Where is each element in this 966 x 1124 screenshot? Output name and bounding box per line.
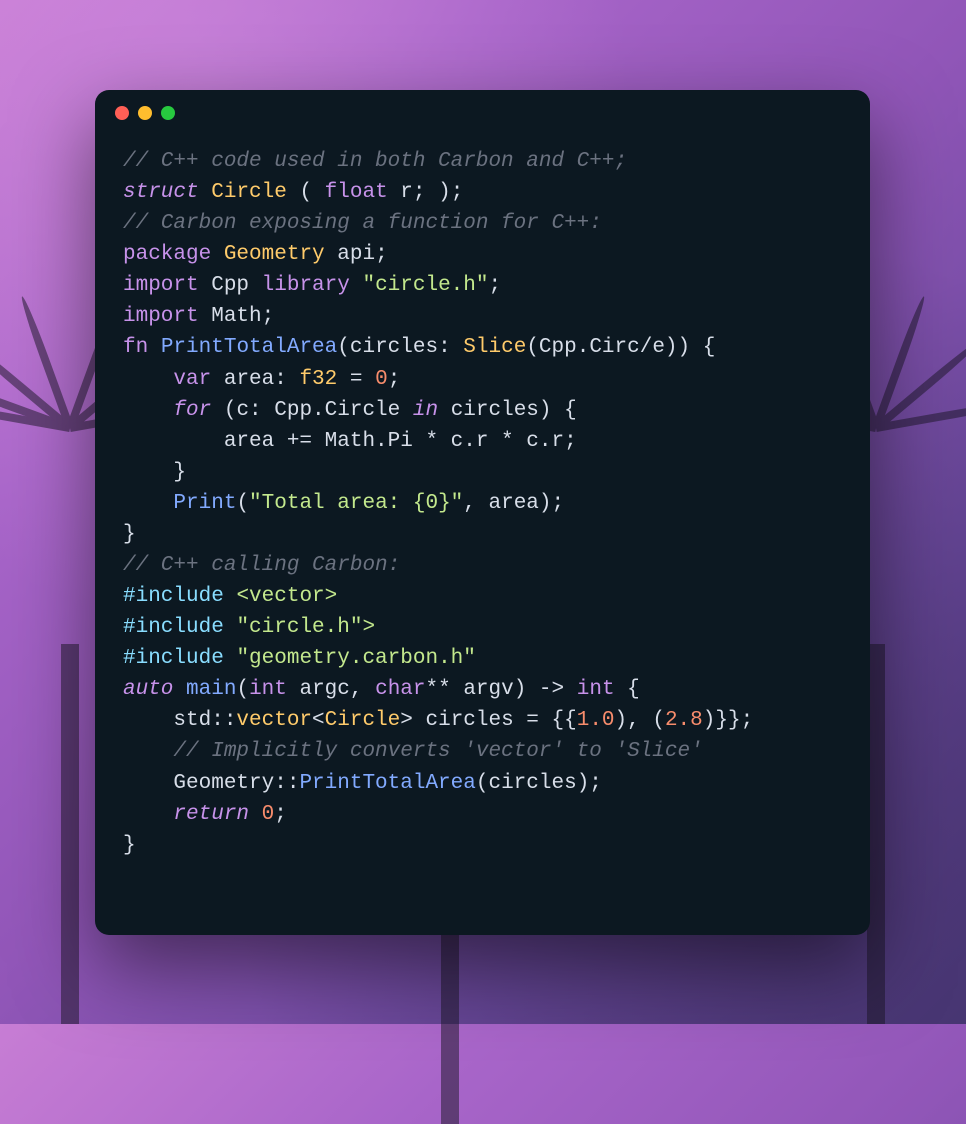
code-keyword: var	[173, 368, 211, 391]
code-number: 1.0	[577, 709, 615, 732]
code-type: f32	[299, 368, 337, 391]
code-comment: // C++ code used in both Carbon and C++;	[123, 150, 627, 173]
code-keyword: package	[123, 243, 211, 266]
code-string: "circle.h"	[362, 274, 488, 297]
code-comment: // C++ calling Carbon:	[123, 554, 400, 577]
code-editor[interactable]: // C++ code used in both Carbon and C++;…	[95, 134, 870, 889]
code-function: PrintTotalArea	[161, 336, 337, 359]
code-keyword: fn	[123, 336, 148, 359]
code-type: vector	[236, 709, 312, 732]
code-comment: // Carbon exposing a function for C++:	[123, 212, 602, 235]
code-keyword: for	[173, 399, 211, 422]
code-type: int	[577, 678, 615, 701]
minimize-button[interactable]	[138, 106, 152, 120]
code-preproc: #include	[123, 616, 224, 639]
code-function: Print	[173, 492, 236, 515]
window-titlebar	[95, 90, 870, 134]
code-string: "geometry.carbon.h"	[236, 647, 475, 670]
close-button[interactable]	[115, 106, 129, 120]
code-function: PrintTotalArea	[299, 772, 475, 795]
code-string: "circle.h">	[236, 616, 375, 639]
code-type: int	[249, 678, 287, 701]
code-function: main	[186, 678, 236, 701]
code-type: Circle	[211, 181, 287, 204]
code-number: 0	[262, 803, 275, 826]
code-type: char	[375, 678, 425, 701]
code-number: 0	[375, 368, 388, 391]
code-ident: Geometry	[224, 243, 325, 266]
code-keyword: auto	[123, 678, 173, 701]
code-string: <vector>	[236, 585, 337, 608]
code-expr: area += Math.Pi * c.r * c.r;	[123, 430, 577, 453]
code-type: float	[325, 181, 388, 204]
code-preproc: #include	[123, 585, 224, 608]
code-keyword: return	[173, 803, 249, 826]
code-keyword: import	[123, 305, 199, 328]
maximize-button[interactable]	[161, 106, 175, 120]
code-keyword: in	[413, 399, 438, 422]
code-string: "Total area: {0}"	[249, 492, 463, 515]
code-window: // C++ code used in both Carbon and C++;…	[95, 90, 870, 935]
code-keyword: struct	[123, 181, 199, 204]
code-keyword: import	[123, 274, 199, 297]
code-preproc: #include	[123, 647, 224, 670]
code-number: 2.8	[665, 709, 703, 732]
code-comment: // Implicitly converts 'vector' to 'Slic…	[123, 740, 703, 763]
code-type: Slice	[463, 336, 526, 359]
code-keyword: library	[262, 274, 350, 297]
code-type: Circle	[325, 709, 401, 732]
